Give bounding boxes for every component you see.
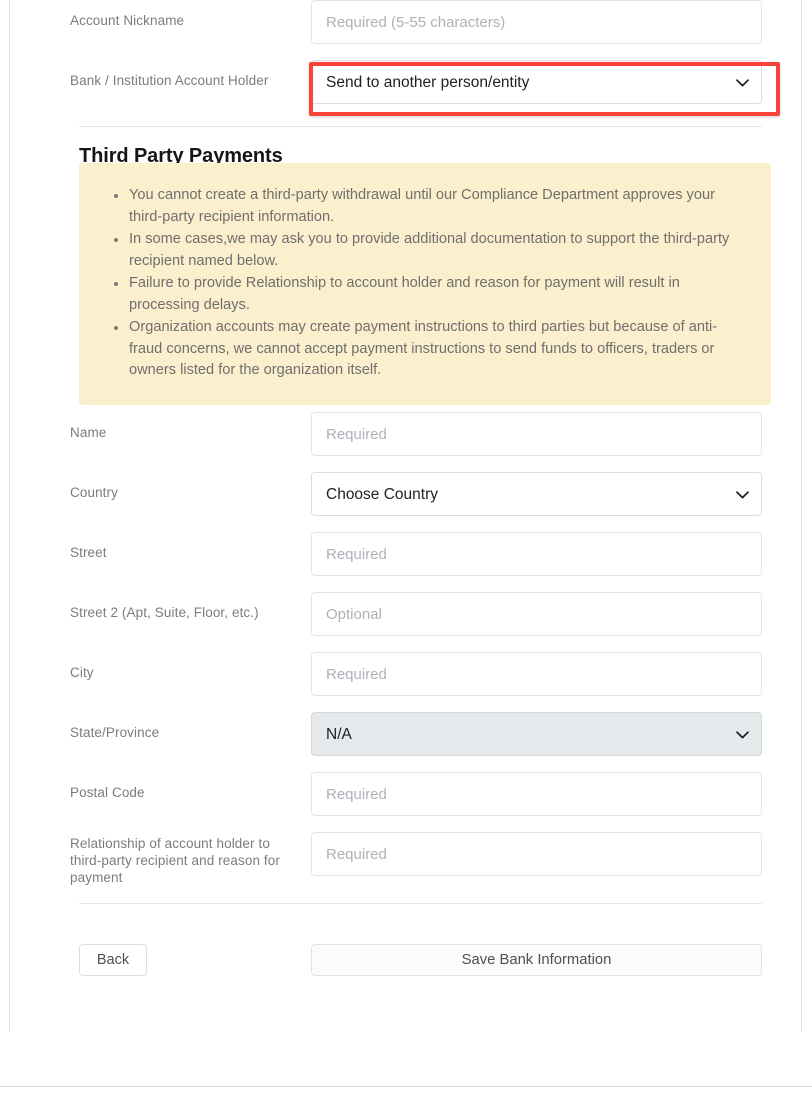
relationship-reason-input[interactable] [311, 832, 762, 876]
field-wrap-city [311, 652, 762, 696]
field-row-state-province: State/Province N/A [70, 712, 762, 772]
field-wrap-bank-institution-account-holder: Send to another person/entity [311, 60, 762, 104]
country-select[interactable]: Choose Country [311, 472, 762, 516]
chevron-down-icon [736, 473, 750, 517]
field-row-country: Country Choose Country [70, 472, 762, 532]
warning-bullet-list: You cannot create a third-party withdraw… [105, 185, 745, 382]
field-row-account-nickname: Account Nickname [70, 0, 762, 60]
label-country: Country [70, 485, 118, 500]
form-card: Account Nickname Bank / Institution Acco… [9, 0, 802, 1032]
street-2-input[interactable] [311, 592, 762, 636]
label-bank-institution-account-holder: Bank / Institution Account Holder [70, 73, 269, 88]
street-input[interactable] [311, 532, 762, 576]
field-wrap-relationship-reason [311, 832, 762, 876]
field-row-postal-code: Postal Code [70, 772, 762, 832]
field-row-street-2: Street 2 (Apt, Suite, Floor, etc.) [70, 592, 762, 652]
chevron-down-icon [736, 61, 750, 105]
field-wrap-country: Choose Country [311, 472, 762, 516]
field-wrap-street [311, 532, 762, 576]
field-row-street: Street [70, 532, 762, 592]
field-wrap-name [311, 412, 762, 456]
city-input[interactable] [311, 652, 762, 696]
chevron-down-icon [736, 713, 750, 757]
country-value: Choose Country [326, 486, 439, 503]
page-root: Account Nickname Bank / Institution Acco… [0, 0, 812, 1097]
field-wrap-street-2 [311, 592, 762, 636]
state-province-select[interactable]: N/A [311, 712, 762, 756]
field-row-city: City [70, 652, 762, 712]
label-postal-code: Postal Code [70, 785, 145, 800]
field-row-bank-institution-account-holder: Bank / Institution Account Holder Send t… [70, 60, 762, 120]
back-button[interactable]: Back [79, 944, 147, 976]
warning-item: Failure to provide Relationship to accou… [114, 273, 745, 316]
warning-item: Organization accounts may create payment… [114, 317, 745, 382]
warning-item: You cannot create a third-party withdraw… [114, 185, 745, 228]
bank-institution-account-holder-value: Send to another person/entity [326, 74, 530, 91]
label-account-nickname: Account Nickname [70, 13, 185, 28]
save-bank-information-button[interactable]: Save Bank Information [311, 944, 762, 976]
label-state-province: State/Province [70, 725, 160, 740]
divider-actions [79, 903, 762, 904]
field-wrap-account-nickname [311, 0, 762, 44]
label-street: Street [70, 545, 107, 560]
postal-code-input[interactable] [311, 772, 762, 816]
field-row-name: Name [70, 412, 762, 472]
account-nickname-input[interactable] [311, 0, 762, 44]
field-wrap-postal-code [311, 772, 762, 816]
state-province-value: N/A [326, 726, 352, 743]
label-relationship-reason: Relationship of account holder to third-… [70, 836, 280, 885]
bank-institution-account-holder-select[interactable]: Send to another person/entity [311, 60, 762, 104]
divider-top [79, 126, 762, 127]
third-party-warning-panel: You cannot create a third-party withdraw… [79, 163, 771, 405]
label-name: Name [70, 425, 107, 440]
field-row-relationship-reason: Relationship of account holder to third-… [70, 832, 762, 892]
label-street-2: Street 2 (Apt, Suite, Floor, etc.) [70, 605, 259, 620]
actions-row: Back Save Bank Information [70, 944, 762, 978]
footer-divider [0, 1086, 812, 1087]
name-input[interactable] [311, 412, 762, 456]
label-city: City [70, 665, 94, 680]
warning-item: In some cases,we may ask you to provide … [114, 229, 745, 272]
field-wrap-state-province: N/A [311, 712, 762, 756]
